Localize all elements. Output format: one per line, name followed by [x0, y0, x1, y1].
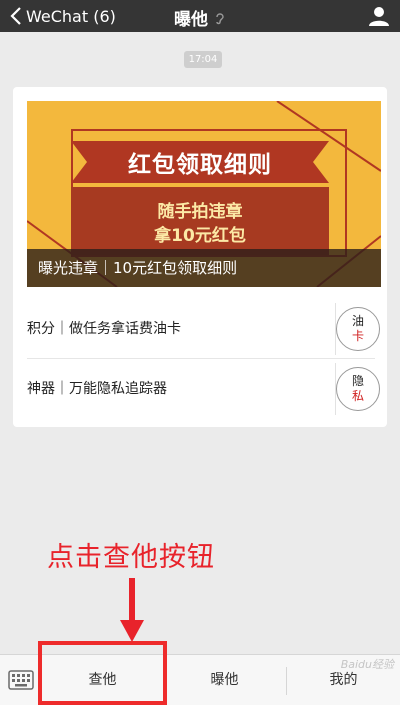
- banner-ribbon-title: 红包领取细则: [128, 152, 272, 178]
- list-item[interactable]: 积分｜做任务拿话费油卡 油 卡: [27, 303, 381, 355]
- page-title: 曝他: [0, 5, 400, 30]
- thumbnail-badge: 隐 私: [336, 367, 380, 411]
- thumbnail-frame: 隐 私: [335, 363, 381, 415]
- watermark: Baidu经验: [340, 658, 394, 671]
- list-item-label: 神器｜万能隐私追踪器: [27, 381, 167, 397]
- highlight-box: [38, 641, 167, 705]
- ear-icon: [216, 12, 224, 24]
- thumbnail-char-bottom: 卡: [351, 329, 364, 343]
- top-nav-bar: WeChat (6) 曝他: [0, 0, 400, 32]
- article-card: 红包领取细则 随手拍违章 拿10元红包 曝光违章｜10元红包领取细则 积分｜做任…: [13, 87, 387, 427]
- thumbnail-frame: 油 卡: [335, 303, 381, 355]
- article-banner[interactable]: 红包领取细则 随手拍违章 拿10元红包 曝光违章｜10元红包领取细则: [27, 101, 381, 287]
- tab-bao-ta[interactable]: 曝他: [164, 655, 285, 705]
- user-profile-icon[interactable]: [368, 5, 390, 27]
- banner-red-box: 随手拍违章 拿10元红包: [71, 187, 329, 255]
- thumbnail-char-bottom: 私: [351, 389, 364, 403]
- banner-caption: 曝光违章｜10元红包领取细则: [27, 249, 381, 287]
- divider: [27, 358, 375, 359]
- banner-line-1: 随手拍违章: [157, 202, 243, 222]
- keyboard-toggle-button[interactable]: [0, 655, 42, 705]
- thumbnail-char-top: 油: [351, 314, 364, 328]
- list-item[interactable]: 神器｜万能隐私追踪器 隐 私: [27, 363, 381, 415]
- instruction-annotation: 点击查他按钮: [47, 542, 215, 573]
- thumbnail-char-top: 隐: [351, 374, 364, 388]
- list-item-label: 积分｜做任务拿话费油卡: [27, 321, 181, 337]
- thumbnail-badge: 油 卡: [336, 307, 380, 351]
- banner-line-2: 拿10元红包: [154, 226, 246, 246]
- arrow-down-icon: [120, 578, 144, 642]
- title-text: 曝他: [174, 10, 208, 30]
- message-timestamp: 17:04: [184, 51, 222, 68]
- keyboard-icon: [8, 670, 34, 690]
